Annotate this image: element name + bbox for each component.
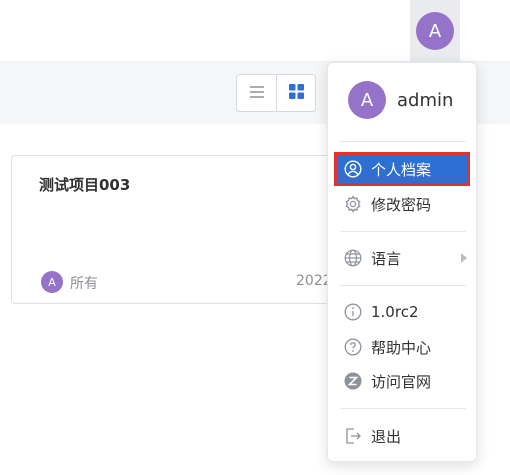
menu-avatar: A (348, 81, 386, 119)
list-icon (249, 84, 265, 103)
user-dropdown-menu: A admin 个人档案 修改密码 语言 1.0rc2 帮助中心 访问官网 退出 (327, 62, 477, 462)
menu-item-label: 退出 (371, 427, 402, 446)
avatar[interactable]: A (416, 12, 454, 50)
menu-item-website[interactable]: 访问官网 (337, 367, 467, 395)
help-icon (344, 338, 362, 356)
menu-divider (340, 141, 466, 142)
owner-avatar: A (41, 271, 63, 293)
menu-item-version[interactable]: 1.0rc2 (337, 298, 467, 326)
view-toggle (236, 74, 316, 112)
menu-item-profile[interactable]: 个人档案 (334, 152, 470, 186)
menu-divider (340, 231, 466, 232)
menu-divider (340, 285, 466, 286)
globe-icon (344, 249, 362, 267)
menu-item-label: 帮助中心 (371, 338, 432, 357)
avatar-initial: A (428, 20, 442, 42)
username: admin (397, 90, 454, 111)
list-view-button[interactable] (237, 75, 276, 111)
owner-initial: A (48, 275, 56, 289)
menu-item-label: 1.0rc2 (371, 303, 419, 321)
menu-item-label: 个人档案 (371, 160, 432, 179)
menu-item-help[interactable]: 帮助中心 (337, 333, 467, 361)
menu-avatar-initial: A (360, 89, 374, 111)
user-circle-icon (344, 160, 362, 178)
menu-item-language[interactable]: 语言 (337, 244, 467, 272)
grid-view-button[interactable] (276, 75, 315, 111)
menu-item-change-password[interactable]: 修改密码 (337, 190, 467, 218)
website-icon (344, 372, 362, 390)
info-icon (344, 303, 362, 321)
menu-item-label: 访问官网 (371, 372, 432, 391)
chevron-right-icon (461, 253, 467, 263)
owner-label: 所有 (70, 276, 98, 292)
menu-item-logout[interactable]: 退出 (337, 422, 467, 450)
menu-divider (340, 408, 466, 409)
gear-icon (344, 195, 362, 213)
project-title[interactable]: 测试项目003 (39, 174, 130, 195)
grid-icon (288, 83, 304, 103)
menu-item-label: 语言 (371, 249, 402, 268)
menu-item-label: 修改密码 (371, 195, 432, 214)
logout-icon (344, 427, 362, 445)
